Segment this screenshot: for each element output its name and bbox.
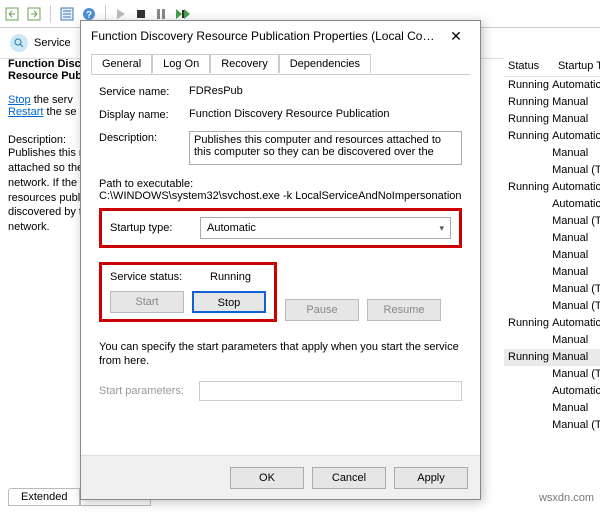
- dialog-titlebar[interactable]: Function Discovery Resource Publication …: [81, 21, 480, 51]
- play-icon[interactable]: [114, 7, 128, 21]
- description-label: Description:: [99, 131, 189, 168]
- nav-back-icon[interactable]: [4, 6, 20, 22]
- tab-extended[interactable]: Extended: [8, 488, 80, 506]
- restart-icon[interactable]: [174, 7, 190, 21]
- table-row[interactable]: RunningAutomatic: [504, 179, 600, 196]
- table-row[interactable]: Manual (T: [504, 162, 600, 179]
- pause-icon[interactable]: [154, 7, 168, 21]
- description-value[interactable]: [189, 131, 462, 165]
- startup-type-value: Automatic: [207, 222, 256, 234]
- table-row[interactable]: RunningAutomatic: [504, 77, 600, 94]
- path-label: Path to executable:: [99, 178, 462, 190]
- display-name-value: Function Discovery Resource Publication: [189, 108, 462, 121]
- chevron-down-icon: ▾: [439, 223, 444, 234]
- table-row[interactable]: Manual: [504, 332, 600, 349]
- nav-fwd-icon[interactable]: [26, 6, 42, 22]
- dialog-title: Function Discovery Resource Publication …: [91, 29, 440, 43]
- service-status-value: Running: [210, 271, 251, 283]
- services-table[interactable]: Status Startup Ty RunningAutomaticRunnin…: [504, 56, 600, 434]
- col-startup[interactable]: Startup Ty: [552, 56, 600, 77]
- table-row[interactable]: Manual (T: [504, 366, 600, 383]
- table-row[interactable]: Manual: [504, 145, 600, 162]
- stop-icon[interactable]: [134, 7, 148, 21]
- path-value: C:\WINDOWS\system32\svchost.exe -k Local…: [99, 190, 462, 202]
- start-button: Start: [110, 291, 184, 313]
- table-row[interactable]: Manual (T: [504, 417, 600, 434]
- table-row[interactable]: Manual (T: [504, 298, 600, 315]
- close-icon[interactable]: ✕: [440, 24, 472, 48]
- pause-button: Pause: [285, 299, 359, 321]
- table-row[interactable]: RunningAutomatic: [504, 315, 600, 332]
- apply-button[interactable]: Apply: [394, 467, 468, 489]
- resume-button: Resume: [367, 299, 441, 321]
- properties-icon[interactable]: [59, 6, 75, 22]
- startup-type-highlight: Startup type: Automatic ▾: [99, 208, 462, 248]
- ok-button[interactable]: OK: [230, 467, 304, 489]
- table-row[interactable]: Manual: [504, 264, 600, 281]
- tab-recovery[interactable]: Recovery: [210, 54, 278, 73]
- startup-type-label: Startup type:: [110, 222, 200, 234]
- table-row[interactable]: Manual (T: [504, 281, 600, 298]
- svg-text:?: ?: [86, 10, 92, 21]
- properties-dialog: Function Discovery Resource Publication …: [80, 20, 481, 500]
- service-name-value: FDResPub: [189, 85, 462, 98]
- table-row[interactable]: RunningAutomatic: [504, 128, 600, 145]
- start-params-label: Start parameters:: [99, 385, 199, 397]
- table-row[interactable]: Automatic: [504, 196, 600, 213]
- table-row[interactable]: RunningManual: [504, 111, 600, 128]
- col-status[interactable]: Status: [504, 56, 552, 77]
- tab-logon[interactable]: Log On: [152, 54, 210, 73]
- service-status-highlight: Service status: Running Start Stop: [99, 262, 277, 322]
- table-row[interactable]: Automatic: [504, 383, 600, 400]
- service-name-label: Service name:: [99, 85, 189, 98]
- table-row[interactable]: Manual (T: [504, 213, 600, 230]
- stop-button[interactable]: Stop: [192, 291, 266, 313]
- dialog-footer: OK Cancel Apply: [81, 455, 480, 499]
- table-row[interactable]: Manual: [504, 400, 600, 417]
- table-row[interactable]: RunningManual: [504, 349, 600, 366]
- restart-link[interactable]: Restart: [8, 106, 43, 118]
- services-icon: [10, 34, 28, 52]
- tab-general[interactable]: General: [91, 54, 152, 74]
- watermark: wsxdn.com: [539, 492, 594, 504]
- cancel-button[interactable]: Cancel: [312, 467, 386, 489]
- services-label: Service: [34, 37, 71, 49]
- tab-dependencies[interactable]: Dependencies: [279, 54, 371, 73]
- start-params-hint: You can specify the start parameters tha…: [99, 340, 462, 369]
- dialog-tabs: GeneralLog OnRecoveryDependencies: [91, 53, 470, 75]
- table-row[interactable]: Manual: [504, 247, 600, 264]
- table-row[interactable]: RunningManual: [504, 94, 600, 111]
- display-name-label: Display name:: [99, 108, 189, 121]
- table-row[interactable]: Manual: [504, 230, 600, 247]
- service-status-label: Service status:: [110, 271, 210, 283]
- stop-link[interactable]: Stop: [8, 94, 31, 106]
- startup-type-select[interactable]: Automatic ▾: [200, 217, 451, 239]
- start-params-input: [199, 381, 462, 401]
